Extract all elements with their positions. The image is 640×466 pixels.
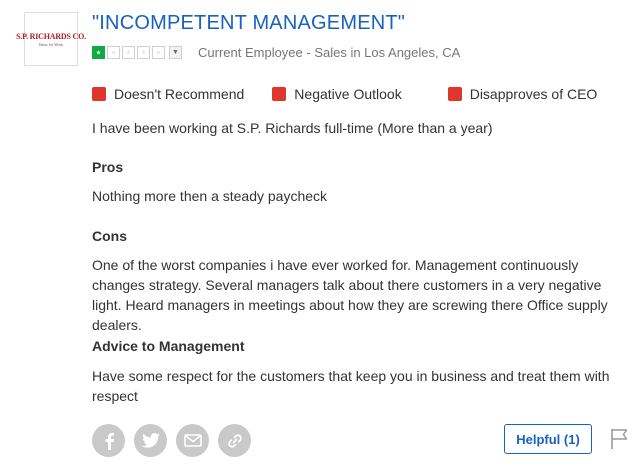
review-badges: Doesn't Recommend Negative Outlook Disap… xyxy=(92,86,597,102)
share-buttons xyxy=(92,424,260,457)
email-icon[interactable] xyxy=(176,424,209,457)
chevron-down-icon[interactable]: ▼ xyxy=(169,46,182,59)
facebook-icon[interactable] xyxy=(92,424,125,457)
helpful-button[interactable]: Helpful (1) xyxy=(504,424,592,454)
badge-label: Disapproves of CEO xyxy=(469,86,598,102)
twitter-icon[interactable] xyxy=(134,424,167,457)
pros-text: Nothing more then a steady paycheck xyxy=(92,188,328,204)
star-icon xyxy=(92,46,105,59)
advice-heading: Advice to Management xyxy=(92,338,245,354)
badge-label: Doesn't Recommend xyxy=(114,86,245,102)
employer-logo[interactable]: S.P. RICHARDS CO. Ideas for Work xyxy=(16,12,86,66)
employee-info: Current Employee - Sales in Los Angeles,… xyxy=(198,45,461,60)
employment-status: I have been working at S.P. Richards ful… xyxy=(92,120,493,136)
negative-square-icon xyxy=(92,87,106,101)
negative-square-icon xyxy=(447,87,462,101)
cons-text: One of the worst companies i have ever w… xyxy=(92,257,608,333)
star-icon xyxy=(152,46,165,59)
advice-text: Have some respect for the customers that… xyxy=(92,368,610,404)
flag-icon[interactable] xyxy=(610,428,630,455)
badge-recommend: Doesn't Recommend xyxy=(92,86,244,102)
star-icon xyxy=(107,46,120,59)
badge-outlook: Negative Outlook xyxy=(272,86,402,102)
star-icon xyxy=(137,46,150,59)
badge-ceo: Disapproves of CEO xyxy=(447,86,598,102)
badge-label: Negative Outlook xyxy=(294,86,402,102)
cons-heading: Cons xyxy=(92,228,127,244)
link-icon[interactable] xyxy=(218,424,251,457)
star-icon xyxy=(122,46,135,59)
logo-text: S.P. RICHARDS CO. xyxy=(16,31,86,41)
pros-heading: Pros xyxy=(92,159,124,175)
negative-square-icon xyxy=(272,87,287,101)
review-title[interactable]: "INCOMPETENT MANAGEMENT" xyxy=(92,12,405,35)
logo-subtext: Ideas for Work xyxy=(39,41,63,47)
rating-row: ▼ Current Employee - Sales in Los Angele… xyxy=(92,45,460,60)
